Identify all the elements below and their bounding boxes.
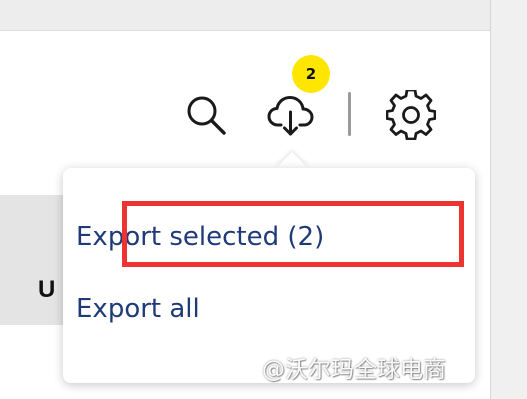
highlight-annotation-box — [122, 201, 464, 267]
watermark-text: @沃尔玛全球电商 — [262, 357, 446, 383]
search-icon — [187, 96, 226, 135]
settings-button[interactable] — [385, 88, 437, 141]
export-button[interactable] — [266, 90, 316, 140]
toolbar-divider — [348, 92, 351, 136]
menu-caret — [276, 152, 308, 168]
right-edge-strip — [490, 0, 527, 399]
export-all-menu-item[interactable]: Export all — [76, 294, 200, 324]
search-button[interactable] — [183, 92, 229, 138]
table-cell-fragment: U — [38, 276, 56, 303]
export-count-badge: 2 — [292, 55, 330, 93]
cloud-download-icon — [267, 96, 314, 136]
top-header-strip — [0, 0, 490, 31]
gear-icon — [385, 88, 437, 141]
